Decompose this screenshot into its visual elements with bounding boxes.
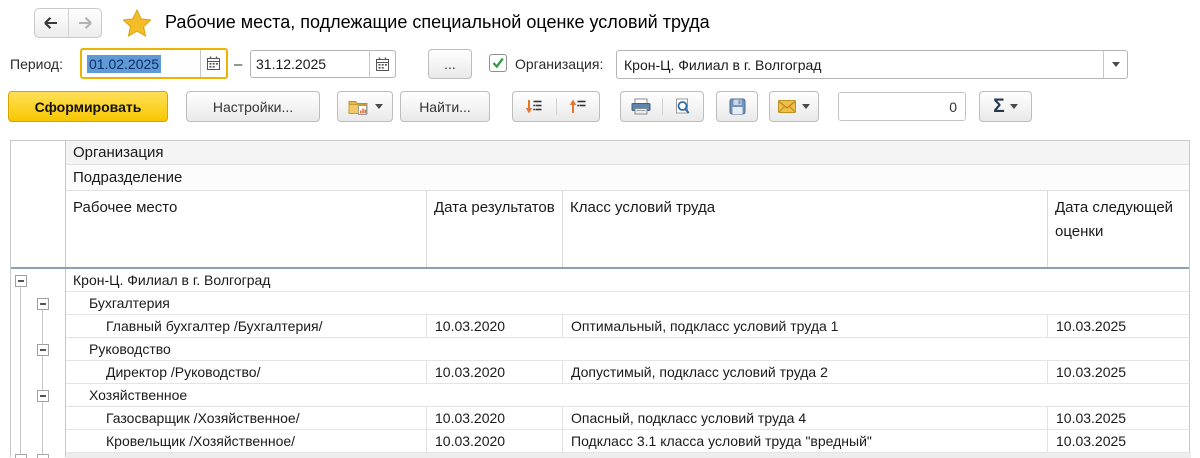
expander-dept-2[interactable] — [37, 344, 49, 356]
cell-workplace[interactable]: Директор /Руководство/ — [66, 361, 426, 383]
org-dropdown-button[interactable] — [1103, 51, 1127, 78]
cell-workplace[interactable]: Главный бухгалтер /Бухгалтерия/ — [66, 315, 426, 337]
arrow-down-list-icon — [525, 98, 543, 115]
sum-button[interactable]: Σ — [979, 91, 1032, 122]
grouping-buttons — [512, 91, 600, 122]
period-more-button[interactable]: ... — [428, 49, 472, 79]
grouping-header-organization[interactable]: Организация — [66, 141, 1189, 165]
cell-next-date[interactable]: 10.03.2025 — [1047, 361, 1191, 383]
table-row-group[interactable]: Бухгалтерия — [66, 292, 1191, 315]
cell-workplace[interactable]: Газосварщик /Хозяйственное/ — [66, 407, 426, 429]
period-to-value: 31.12.2025 — [251, 51, 369, 77]
grouping-header-department[interactable]: Подразделение — [66, 165, 1189, 191]
minus-icon — [40, 303, 46, 305]
print-buttons — [620, 91, 704, 122]
settings-button[interactable]: Настройки... — [186, 91, 320, 122]
checkmark-icon — [491, 56, 505, 70]
tree-connector-line — [20, 287, 21, 458]
sigma-icon: Σ — [993, 96, 1004, 118]
expander-org[interactable] — [15, 275, 27, 287]
group-name: Бухгалтерия — [66, 292, 1191, 314]
cell-class[interactable]: Подкласс 3.1 класса условий труда "вредн… — [562, 430, 1047, 452]
period-to-input[interactable]: 31.12.2025 — [250, 50, 396, 78]
collapse-groups-button[interactable] — [556, 98, 600, 115]
caret-down-icon — [1112, 62, 1120, 67]
expander-stub — [37, 454, 49, 458]
cell-class[interactable]: Оптимальный, подкласс условий труда 1 — [562, 315, 1047, 337]
expand-groups-button[interactable] — [513, 98, 556, 115]
print-button[interactable] — [621, 98, 662, 115]
cell-result-date[interactable]: 10.03.2020 — [426, 315, 562, 337]
forward-button[interactable] — [69, 9, 102, 37]
cell-result-date[interactable]: 10.03.2020 — [426, 407, 562, 429]
org-label: Организация: — [515, 56, 603, 72]
cell-class[interactable]: Опасный, подкласс условий труда 4 — [562, 407, 1047, 429]
back-arrow-icon — [42, 15, 60, 31]
org-combobox[interactable]: Крон-Ц. Филиал в г. Волгоград — [616, 50, 1128, 79]
column-header-class[interactable]: Класс условий труда — [562, 191, 1047, 267]
cell-class[interactable]: Допустимый, подкласс условий труда 2 — [562, 361, 1047, 383]
report-table: Организация Подразделение Рабочее место … — [10, 140, 1190, 457]
envelope-icon — [778, 100, 796, 113]
period-from-input[interactable]: 01.02.2025 — [80, 48, 228, 79]
expander-stub — [15, 454, 27, 458]
expander-dept-3[interactable] — [37, 390, 49, 402]
autosum-field[interactable]: 0 — [838, 92, 966, 121]
caret-down-icon — [375, 104, 383, 109]
column-header-workplace[interactable]: Рабочее место — [66, 191, 426, 267]
period-dash: – — [234, 56, 242, 73]
cell-workplace[interactable]: Кровельщик /Хозяйственное/ — [66, 430, 426, 452]
column-header-next-date[interactable]: Дата следующей оценки — [1047, 191, 1191, 267]
period-from-calendar-button[interactable] — [200, 50, 226, 77]
find-button[interactable]: Найти... — [400, 91, 490, 122]
table-row-group[interactable]: Руководство — [66, 338, 1191, 361]
page-title: Рабочие места, подлежащие специальной оц… — [165, 12, 710, 33]
org-filter-checkbox[interactable] — [489, 54, 507, 72]
folder-chart-icon — [348, 98, 369, 115]
column-header-row: Рабочее место Дата результатов Класс усл… — [66, 191, 1189, 267]
period-label: Период: — [10, 56, 63, 72]
calendar-icon — [206, 56, 221, 71]
table-row-group[interactable]: Крон-Ц. Филиал в г. Волгоград — [66, 269, 1191, 292]
caret-down-icon — [1010, 104, 1018, 109]
group-name: Руководство — [66, 338, 1191, 360]
page-magnifier-icon — [674, 98, 691, 115]
caret-down-icon — [802, 104, 810, 109]
table-row[interactable]: Главный бухгалтер /Бухгалтерия/ 10.03.20… — [66, 315, 1191, 338]
minus-icon — [40, 349, 46, 351]
printer-icon — [631, 98, 651, 115]
tree-connector-line — [42, 310, 43, 458]
minus-icon — [40, 395, 46, 397]
group-name: Хозяйственное — [66, 384, 1191, 406]
table-row-group[interactable]: Хозяйственное — [66, 384, 1191, 407]
period-from-value: 01.02.2025 — [82, 50, 200, 77]
table-row[interactable]: Кровельщик /Хозяйственное/ 10.03.2020 По… — [66, 430, 1191, 453]
cell-next-date[interactable]: 10.03.2025 — [1047, 315, 1191, 337]
period-to-calendar-button[interactable] — [369, 51, 395, 77]
table-row[interactable]: Директор /Руководство/ 10.03.2020 Допуст… — [66, 361, 1191, 384]
cell-result-date[interactable]: 10.03.2020 — [426, 361, 562, 383]
report-variants-button[interactable] — [337, 91, 393, 122]
cell-next-date[interactable]: 10.03.2025 — [1047, 407, 1191, 429]
cell-next-date[interactable]: 10.03.2025 — [1047, 430, 1191, 452]
forward-arrow-icon — [76, 15, 94, 31]
minus-icon — [18, 280, 24, 282]
next-row-strip — [66, 453, 1191, 458]
save-button[interactable] — [716, 91, 758, 122]
column-header-result-date[interactable]: Дата результатов — [426, 191, 562, 267]
table-row[interactable]: Газосварщик /Хозяйственное/ 10.03.2020 О… — [66, 407, 1191, 430]
email-button[interactable] — [769, 91, 819, 122]
group-name: Крон-Ц. Филиал в г. Волгоград — [66, 269, 1191, 291]
cell-result-date[interactable]: 10.03.2020 — [426, 430, 562, 452]
nav-history-group — [34, 8, 102, 38]
org-value: Крон-Ц. Филиал в г. Волгоград — [617, 51, 1103, 78]
calendar-icon — [375, 57, 390, 72]
expander-dept-1[interactable] — [37, 298, 49, 310]
generate-button[interactable]: Сформировать — [8, 91, 168, 122]
print-preview-button[interactable] — [662, 98, 704, 115]
floppy-disk-icon — [729, 98, 746, 115]
arrow-up-list-icon — [569, 98, 587, 115]
favorite-star-icon[interactable] — [123, 9, 151, 42]
back-button[interactable] — [35, 9, 69, 37]
